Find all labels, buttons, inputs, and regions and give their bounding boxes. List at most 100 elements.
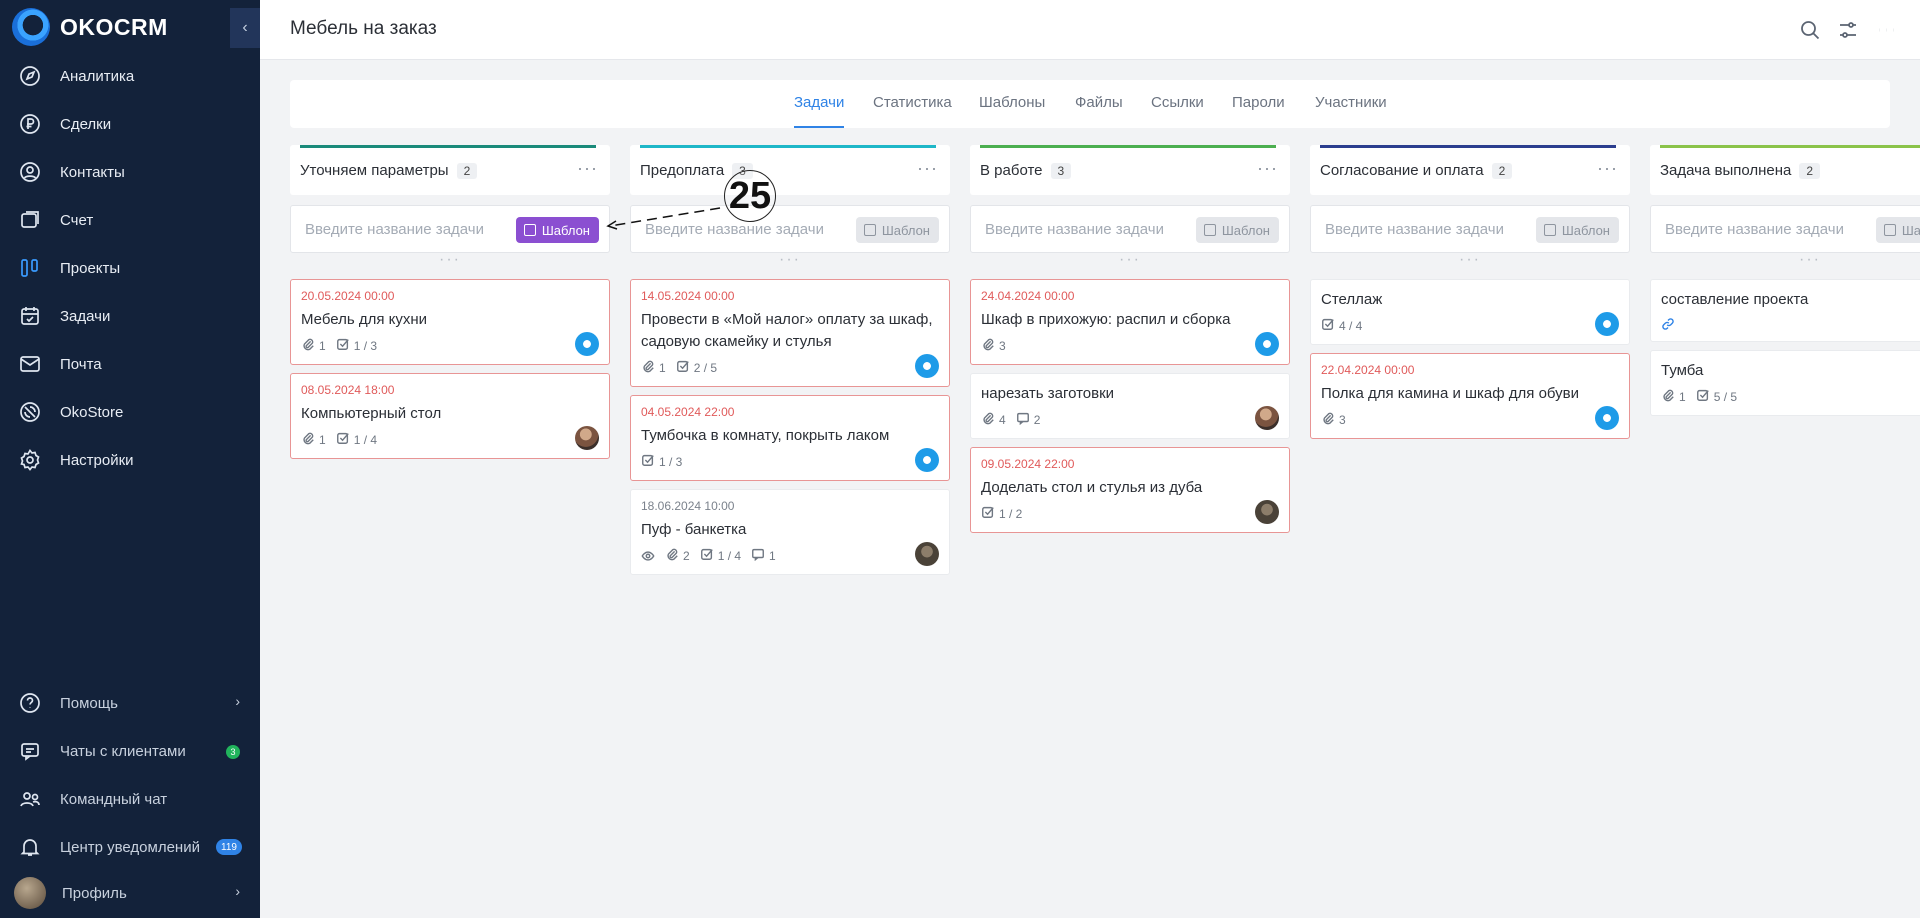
new-task-placeholder: Введите название задачи bbox=[985, 220, 1164, 238]
bot-assignee-icon[interactable] bbox=[915, 448, 939, 472]
assignee-avatar[interactable] bbox=[1255, 500, 1279, 524]
sidebar-item-team-chat[interactable]: Командный чат bbox=[0, 779, 260, 819]
column-more-button[interactable]: ··· bbox=[577, 158, 598, 179]
sidebar-item-label: Профиль bbox=[62, 884, 127, 902]
annotation-marker: 25 bbox=[724, 170, 776, 222]
column-title: Уточняем параметры 2 bbox=[300, 162, 478, 179]
template-button[interactable]: Шаблон bbox=[1195, 217, 1279, 243]
tab-tasks[interactable]: Задачи bbox=[794, 94, 845, 128]
sidebar-item-settings[interactable]: Настройки bbox=[0, 440, 260, 480]
mail-icon bbox=[20, 356, 40, 372]
bot-assignee-icon[interactable] bbox=[1255, 332, 1279, 356]
tab-templates[interactable]: Шаблоны bbox=[979, 94, 1045, 128]
template-icon bbox=[1883, 224, 1896, 236]
search-button[interactable] bbox=[1798, 18, 1822, 42]
column-header: Задача выполнена2 ··· bbox=[1650, 145, 1920, 195]
filter-button[interactable] bbox=[1836, 18, 1860, 42]
task-card[interactable]: Стеллаж 4 / 4 bbox=[1310, 279, 1630, 345]
assignee-avatar[interactable] bbox=[575, 426, 599, 450]
sidebar-item-deals[interactable]: Сделки bbox=[0, 104, 260, 144]
sidebar-item-label: Командный чат bbox=[60, 790, 168, 808]
chevron-right-icon: › bbox=[235, 693, 240, 709]
avatar bbox=[14, 877, 46, 909]
template-button[interactable]: Шаблон bbox=[1875, 217, 1920, 243]
sidebar-item-mail[interactable]: Почта bbox=[0, 344, 260, 384]
task-due-date: 04.05.2024 22:00 bbox=[641, 405, 735, 419]
logo[interactable]: OKOCRM bbox=[12, 8, 168, 46]
column-more-button[interactable]: ··· bbox=[917, 158, 938, 179]
comment-icon bbox=[1016, 411, 1030, 428]
task-card[interactable]: 20.05.2024 00:00 Мебель для кухни 1 1 / 3 bbox=[290, 279, 610, 365]
task-card[interactable]: 09.05.2024 22:00 Доделать стол и стулья … bbox=[970, 447, 1290, 533]
task-card[interactable]: 18.06.2024 10:00 Пуф - банкетка 2 1 / 4 1 bbox=[630, 489, 950, 575]
task-card[interactable]: Тумба 1 5 / 5 bbox=[1650, 350, 1920, 416]
sidebar-item-projects[interactable]: Проекты bbox=[0, 248, 260, 288]
drag-handle-icon[interactable]: ··· bbox=[290, 252, 610, 279]
drag-handle-icon[interactable]: ··· bbox=[630, 252, 950, 279]
task-title: Компьютерный стол bbox=[301, 405, 442, 422]
more-button[interactable] bbox=[1874, 18, 1898, 42]
new-task-input[interactable]: Введите название задачи Шаблон bbox=[1310, 205, 1630, 253]
attachments-count: 1 bbox=[301, 431, 326, 448]
sidebar-item-help[interactable]: Помощь › bbox=[0, 683, 260, 723]
annotation-arrow bbox=[606, 207, 721, 230]
task-card[interactable]: 22.04.2024 00:00 Полка для камина и шкаф… bbox=[1310, 353, 1630, 439]
bot-assignee-icon[interactable] bbox=[1595, 312, 1619, 336]
task-card[interactable]: 04.05.2024 22:00 Тумбочка в комнату, пок… bbox=[630, 395, 950, 481]
sidebar-item-notifications[interactable]: Центр уведомлений 119 bbox=[0, 827, 260, 867]
bot-assignee-icon[interactable] bbox=[915, 354, 939, 378]
template-button[interactable]: Шаблон bbox=[1535, 217, 1619, 243]
paperclip-icon bbox=[1321, 411, 1335, 428]
sidebar-item-tasks[interactable]: Задачи bbox=[0, 296, 260, 336]
paperclip-icon bbox=[641, 359, 655, 376]
new-task-input[interactable]: Введите название задачи Шаблон bbox=[970, 205, 1290, 253]
column-header: Уточняем параметры 2 ··· bbox=[290, 145, 610, 195]
task-title: Шкаф в прихожую: распил и сборка bbox=[981, 311, 1231, 328]
task-card[interactable]: 24.04.2024 00:00 Шкаф в прихожую: распил… bbox=[970, 279, 1290, 365]
search-icon bbox=[1801, 21, 1820, 40]
sidebar-item-client-chats[interactable]: Чаты с клиентами 3 bbox=[0, 731, 260, 771]
bot-assignee-icon[interactable] bbox=[1595, 406, 1619, 430]
assignee-avatar[interactable] bbox=[1255, 406, 1279, 430]
link-icon bbox=[1661, 317, 1675, 331]
drag-handle-icon[interactable]: ··· bbox=[970, 252, 1290, 279]
task-card[interactable]: 08.05.2024 18:00 Компьютерный стол 1 1 / … bbox=[290, 373, 610, 459]
tab-statistics[interactable]: Статистика bbox=[873, 94, 952, 128]
column-more-button[interactable]: ··· bbox=[1257, 158, 1278, 179]
tab-members[interactable]: Участники bbox=[1315, 94, 1387, 128]
sidebar-item-invoice[interactable]: Счет bbox=[0, 200, 260, 240]
sidebar-item-profile[interactable]: Профиль › bbox=[0, 873, 260, 913]
template-button[interactable]: Шаблон bbox=[855, 217, 939, 243]
bot-assignee-icon[interactable] bbox=[575, 332, 599, 356]
task-card[interactable]: составление проекта bbox=[1650, 279, 1920, 342]
column-count: 2 bbox=[456, 163, 478, 179]
notifications-badge: 119 bbox=[216, 839, 242, 855]
tab-links[interactable]: Ссылки bbox=[1151, 94, 1204, 128]
sidebar-item-contacts[interactable]: Контакты bbox=[0, 152, 260, 192]
comments-count: 1 bbox=[751, 547, 776, 564]
template-button[interactable]: Шаблон bbox=[515, 217, 599, 243]
task-card[interactable]: нарезать заготовки 42 bbox=[970, 373, 1290, 439]
tab-files[interactable]: Файлы bbox=[1075, 94, 1123, 128]
checklist-count: 1 / 3 bbox=[641, 453, 682, 470]
attachments-count: 3 bbox=[981, 337, 1006, 354]
tab-passwords[interactable]: Пароли bbox=[1232, 94, 1285, 128]
attachments-count: 2 bbox=[665, 547, 690, 564]
task-title: нарезать заготовки bbox=[981, 385, 1115, 402]
task-title: Пуф - банкетка bbox=[641, 521, 747, 538]
new-task-input[interactable]: Введите название задачи Шаблон bbox=[290, 205, 610, 253]
task-title: Стеллаж bbox=[1321, 291, 1383, 308]
column-more-button[interactable]: ··· bbox=[1597, 158, 1618, 179]
sidebar-collapse-button[interactable]: ‹ bbox=[230, 8, 260, 48]
assignee-avatar[interactable] bbox=[915, 542, 939, 566]
sidebar-item-okostore[interactable]: OkoStore bbox=[0, 392, 260, 432]
checklist-count: 1 / 4 bbox=[700, 547, 741, 564]
drag-handle-icon[interactable]: ··· bbox=[1310, 252, 1630, 279]
template-icon bbox=[863, 224, 876, 236]
task-card[interactable]: 14.05.2024 00:00 Провести в «Мой налог» … bbox=[630, 279, 950, 387]
checklist-icon bbox=[676, 359, 690, 376]
sidebar-item-analytics[interactable]: Аналитика bbox=[0, 56, 260, 96]
new-task-input[interactable]: Введите название задачи Шаблон bbox=[1650, 205, 1920, 253]
drag-handle-icon[interactable]: ··· bbox=[1650, 252, 1920, 279]
checklist-count: 2 / 5 bbox=[676, 359, 717, 376]
